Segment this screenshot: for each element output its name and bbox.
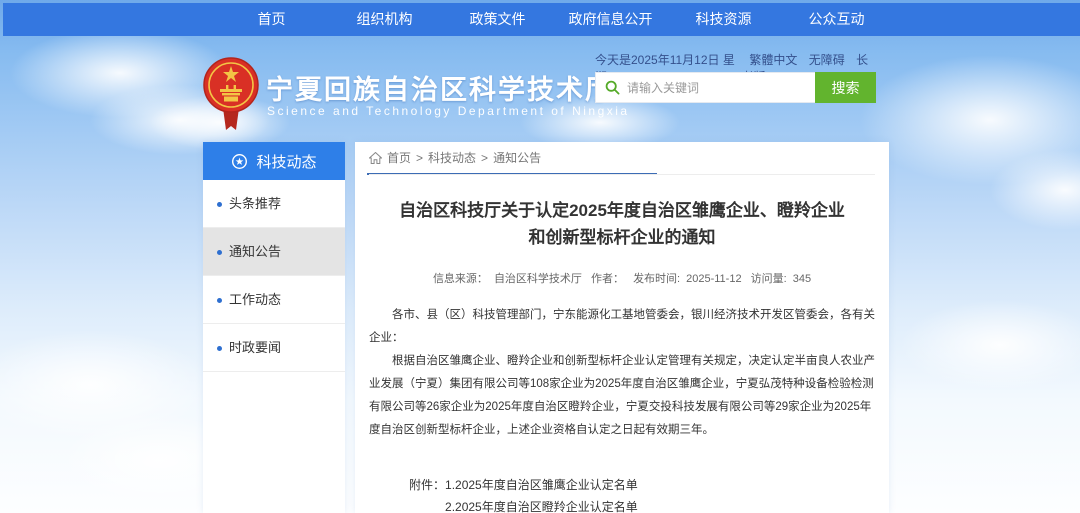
sidebar: 科技动态 头条推荐 通知公告 工作动态 时政要闻 xyxy=(203,142,345,513)
cloud-decoration xyxy=(860,55,1080,185)
article-title: 自治区科技厅关于认定2025年度自治区雏鹰企业、瞪羚企业 和创新型标杆企业的通知 xyxy=(369,197,875,251)
search-icon xyxy=(605,80,620,95)
nav-item-organization[interactable]: 组织机构 xyxy=(328,3,441,36)
nav-item-policy[interactable]: 政策文件 xyxy=(441,3,554,36)
sidebar-item-headlines[interactable]: 头条推荐 xyxy=(203,180,345,228)
site-subtitle: Science and Technology Department of Nin… xyxy=(267,104,630,118)
meta-source-label: 信息来源： xyxy=(433,273,488,285)
top-navigation: 首页 组织机构 政策文件 政府信息公开 科技资源 公众互动 xyxy=(3,3,1080,36)
breadcrumb: 首页 > 科技动态 > 通知公告 xyxy=(369,142,875,173)
search-button[interactable]: 搜索 xyxy=(815,72,876,103)
sidebar-item-notices[interactable]: 通知公告 xyxy=(203,228,345,276)
meta-time-label: 发布时间: xyxy=(633,273,680,285)
meta-author-label: 作者： xyxy=(591,273,624,285)
divider xyxy=(369,174,875,175)
breadcrumb-separator: > xyxy=(481,151,488,165)
search-input[interactable] xyxy=(627,73,815,102)
article-paragraph: 根据自治区雏鹰企业、瞪羚企业和创新型标杆企业认定管理有关规定，决定认定半亩良人农… xyxy=(369,350,875,442)
article-body: 各市、县（区）科技管理部门，宁东能源化工基地管委会，银川经济技术开发区管委会，各… xyxy=(369,304,875,442)
cloud-decoration xyxy=(0,330,210,440)
national-emblem-logo xyxy=(202,56,260,134)
sidebar-header: 科技动态 xyxy=(203,142,345,180)
article-meta: 信息来源： 自治区科学技术厅 作者： 发布时间: 2025-11-12 访问量: 34… xyxy=(369,270,875,286)
link-traditional-chinese[interactable]: 繁體中文 xyxy=(749,53,797,67)
attachment-link-1[interactable]: 1.2025年度自治区雏鹰企业认定名单 xyxy=(445,474,674,496)
meta-source-value: 自治区科学技术厅 xyxy=(494,273,582,285)
nav-item-interaction[interactable]: 公众互动 xyxy=(780,3,893,36)
breadcrumb-current[interactable]: 通知公告 xyxy=(493,149,541,166)
attachments-label: 附件： xyxy=(409,474,445,513)
sidebar-item-work-updates[interactable]: 工作动态 xyxy=(203,276,345,324)
cloud-decoration xyxy=(10,28,230,118)
breadcrumb-section[interactable]: 科技动态 xyxy=(428,149,476,166)
meta-time-value: 2025-11-12 xyxy=(686,273,741,285)
main-content-panel: 首页 > 科技动态 > 通知公告 自治区科技厅关于认定2025年度自治区雏鹰企业… xyxy=(355,142,889,513)
attachment-link-2[interactable]: 2.2025年度自治区瞪羚企业认定名单 xyxy=(445,496,674,513)
page: 首页 组织机构 政策文件 政府信息公开 科技资源 公众互动 宁夏回族自治区科学技… xyxy=(0,0,1080,513)
site-title: 宁夏回族自治区科学技术厅 xyxy=(266,68,614,107)
search-bar: 搜索 xyxy=(595,72,876,103)
breadcrumb-home[interactable]: 首页 xyxy=(387,149,411,166)
star-circle-icon xyxy=(231,153,248,170)
nav-item-resources[interactable]: 科技资源 xyxy=(667,3,780,36)
home-icon xyxy=(369,152,382,164)
nav-item-gov-info[interactable]: 政府信息公开 xyxy=(554,3,667,36)
nav-item-home[interactable]: 首页 xyxy=(215,3,328,36)
article-paragraph: 各市、县（区）科技管理部门，宁东能源化工基地管委会，银川经济技术开发区管委会，各… xyxy=(369,304,875,350)
meta-visits-value: 345 xyxy=(793,273,811,285)
sidebar-title: 科技动态 xyxy=(256,151,316,172)
meta-visits-label: 访问量: xyxy=(751,273,787,285)
breadcrumb-separator: > xyxy=(416,151,423,165)
cloud-decoration xyxy=(990,150,1080,230)
attachments-block: 附件： 1.2025年度自治区雏鹰企业认定名单 2.2025年度自治区瞪羚企业认… xyxy=(409,474,875,513)
sidebar-item-current-affairs[interactable]: 时政要闻 xyxy=(203,324,345,372)
link-accessibility[interactable]: 无障碍 xyxy=(809,53,845,67)
cloud-decoration xyxy=(900,300,1080,390)
